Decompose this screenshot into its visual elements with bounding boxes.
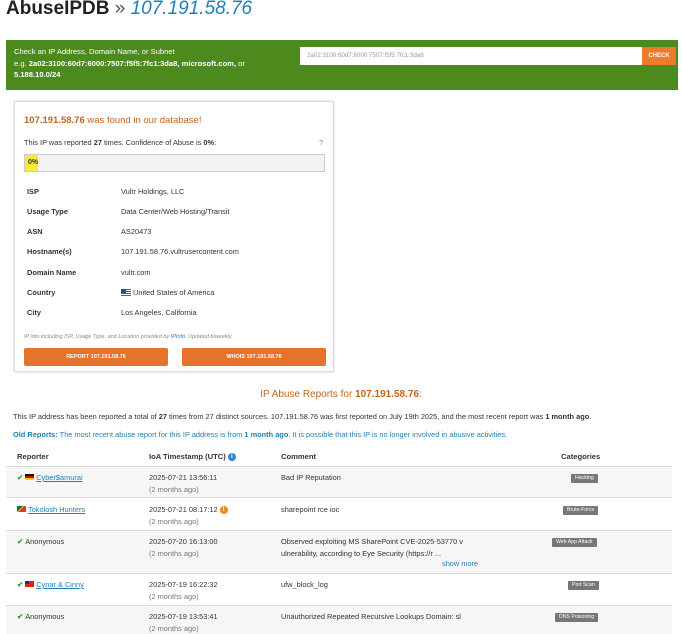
reports-summary: This IP address has been reported a tota… — [13, 412, 592, 421]
row-divider — [6, 497, 672, 498]
page-title: AbuseIPDB » 107.191.58.76 — [6, 0, 252, 20]
timestamp-cell: 2025-07-19 13:53:41 (2 months ago) — [149, 612, 218, 633]
search-input[interactable]: 2a02:3100:60d7:6000:7507:f5f5:7fc1:3da8 — [300, 47, 642, 65]
taiwan-flag-icon — [25, 581, 35, 588]
reporter-cell: ✔ Anonymous — [17, 612, 65, 621]
confidence-bar-label: 0% — [28, 159, 39, 166]
found-message: 107.191.58.76 was found in our database! — [24, 115, 202, 126]
us-flag-icon — [121, 288, 131, 296]
category-badge: DNS Poisoning — [555, 613, 599, 622]
reports-heading: IP Abuse Reports for 107.191.58.76: — [260, 389, 422, 400]
ipinfo-link[interactable]: IPInfo — [171, 334, 185, 340]
verified-check-icon: ✔ — [17, 473, 24, 482]
reporter-link[interactable]: Tokolosh Hunters — [28, 505, 85, 514]
comment-cell: ufw_block_log — [281, 580, 328, 589]
germany-flag-icon — [25, 474, 35, 481]
whois-ip-button[interactable]: WHOIS 107.191.58.76 — [182, 348, 326, 366]
column-header-timestamp: IoA Timestamp (UTC) i — [149, 452, 236, 461]
comment-cell: Observed exploiting MS SharePoint CVE-20… — [281, 537, 463, 558]
category-badge: Brute-Force — [563, 506, 599, 515]
column-header-comment: Comment — [281, 452, 317, 461]
comment-cell: sharepoint rce ioc — [281, 505, 340, 514]
check-button[interactable]: CHECK — [642, 47, 676, 65]
category-badge: Port Scan — [568, 581, 599, 590]
category-badge: Hacking — [571, 474, 598, 483]
reporter-cell: ✔ Cynar & Cinny — [17, 580, 84, 589]
info-icon[interactable]: i — [227, 453, 236, 461]
title-ip: 107.191.58.76 — [130, 0, 253, 19]
timestamp-cell: 2025-07-21 08:17:12! (2 months ago) — [149, 505, 228, 526]
search-instruction-line2: e.g. 2a02:3100:60d7:6000:7507:f5f5:7fc1:… — [14, 58, 245, 68]
warning-icon[interactable]: ! — [219, 506, 228, 515]
search-instructions: Check an IP Address, Domain Name, or Sub… — [14, 46, 284, 81]
timestamp-cell: 2025-07-20 16:13:00 (2 months ago) — [149, 537, 218, 558]
title-separator: » — [114, 0, 126, 19]
confidence-bar: 0% — [24, 154, 325, 172]
timestamp-cell: 2025-07-19 16:22:32 (2 months ago) — [149, 580, 218, 601]
report-count-text: This IP was reported 27 times. Confidenc… — [24, 138, 217, 147]
search-instruction-line1: Check an IP Address, Domain Name, or Sub… — [14, 47, 175, 56]
row-divider — [6, 573, 672, 574]
brand-name: AbuseIPDB — [6, 0, 110, 19]
column-header-reporter: Reporter — [17, 452, 49, 461]
search-banner: Check an IP Address, Domain Name, or Sub… — [6, 40, 678, 90]
comment-cell: Bad IP Reputation — [281, 473, 341, 482]
ipinfo-credit: IP info including ISP, Usage Type, and L… — [24, 334, 233, 340]
column-header-categories: Categories — [561, 452, 601, 461]
verified-check-icon: ✔ — [17, 580, 24, 589]
reporter-cell: ✔ Anonymous — [17, 537, 65, 546]
search-instruction-line3: 5.188.10.0/24 — [14, 70, 61, 79]
reporter-link[interactable]: Cynar & Cinny — [36, 580, 84, 589]
reporter-cell: Tokolosh Hunters — [17, 505, 85, 514]
old-reports-notice: Old Reports: The most recent abuse repor… — [13, 430, 508, 439]
verified-check-icon: ✔ — [17, 537, 24, 546]
south-africa-flag-icon — [17, 506, 26, 513]
timestamp-cell: 2025-07-21 13:56:11 (2 months ago) — [149, 473, 218, 494]
ip-result-card: 107.191.58.76 was found in our database!… — [14, 101, 334, 372]
reporter-cell: ✔ Cyber$amurai — [17, 473, 83, 482]
report-ip-button[interactable]: REPORT 107.191.58.76 — [24, 348, 168, 366]
category-badge: Web App Attack — [552, 538, 597, 547]
show-more-link[interactable]: show more — [442, 559, 478, 568]
verified-check-icon: ✔ — [17, 612, 24, 621]
help-icon[interactable]: ? — [319, 138, 323, 147]
reporter-link[interactable]: Cyber$amurai — [36, 473, 82, 482]
comment-cell: Unauthorized Repeated Recursive Lookups … — [281, 612, 461, 621]
